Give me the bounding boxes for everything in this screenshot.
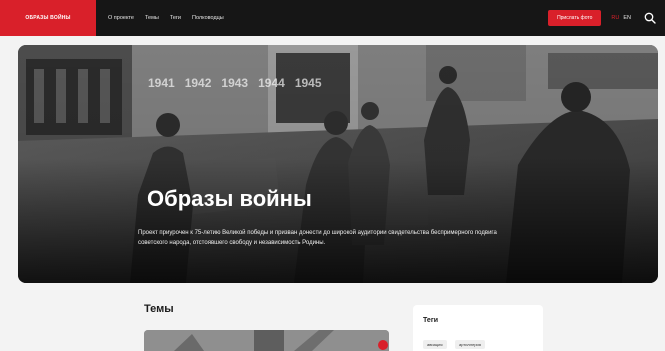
war-years: 1941 1942 1943 1944 1945 <box>148 76 322 90</box>
tags-panel: Теги авиация артиллерия <box>413 305 543 351</box>
year-label: 1945 <box>294 76 322 90</box>
tag-chip[interactable]: артиллерия <box>455 340 485 349</box>
tags-panel-title: Теги <box>423 317 439 324</box>
nav-link-commanders[interactable]: Полководцы <box>192 15 224 21</box>
language-en[interactable]: EN <box>623 15 631 21</box>
year-label: 1942 <box>184 76 212 90</box>
top-navigation-bar: ОБРАЗЫ ВОЙНЫ О проекте Темы Теги Полково… <box>0 0 665 36</box>
nav-link-about[interactable]: О проекте <box>108 15 134 21</box>
language-switcher: RU EN <box>611 15 631 21</box>
theme-card-photo <box>144 330 389 351</box>
theme-card-badge <box>378 340 388 350</box>
nav-link-tags[interactable]: Теги <box>170 15 181 21</box>
language-ru[interactable]: RU <box>611 15 619 21</box>
year-label: 1944 <box>258 76 285 90</box>
year-label: 1941 <box>148 76 175 90</box>
themes-section-title: Темы <box>144 303 174 315</box>
hero-description: Проект приурочен к 75-летию Великой побе… <box>138 230 497 246</box>
nav-link-themes[interactable]: Темы <box>145 15 159 21</box>
tag-chip[interactable]: авиация <box>423 340 447 349</box>
hero-banner: 1941 1942 1943 1944 1945 Образы войны Пр… <box>18 45 658 283</box>
search-icon[interactable] <box>643 11 657 25</box>
theme-card[interactable] <box>144 330 389 351</box>
hero-title: Образы войны <box>147 186 312 211</box>
main-navigation: О проекте Темы Теги Полководцы <box>108 15 224 21</box>
send-photo-button[interactable]: Прислать фото <box>548 10 602 26</box>
year-label: 1943 <box>221 76 249 90</box>
site-logo[interactable]: ОБРАЗЫ ВОЙНЫ <box>0 0 96 36</box>
